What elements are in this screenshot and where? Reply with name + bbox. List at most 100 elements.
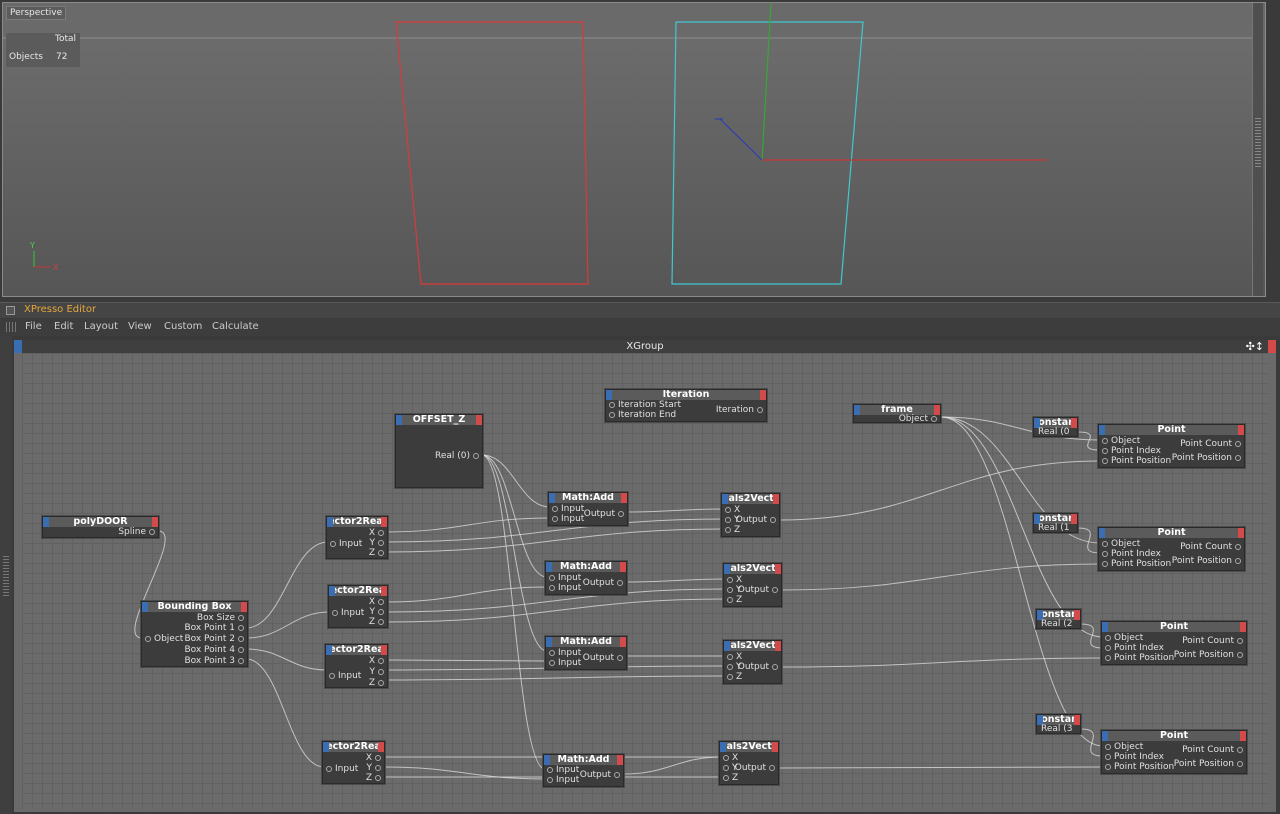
node-reals2vector-1[interactable]: eals2Vecto X Y Z Output: [721, 493, 780, 537]
perspective-viewport[interactable]: Y X Perspective Total Objects 72: [2, 2, 1266, 297]
node-constant-2[interactable]: onstar Real (2: [1036, 609, 1081, 629]
port-output[interactable]: Output: [580, 770, 620, 780]
port-output[interactable]: Output: [736, 515, 776, 525]
port-point-position-out[interactable]: Point Position: [1172, 556, 1241, 566]
port-iteration[interactable]: Iteration: [716, 405, 763, 415]
node-point-3[interactable]: Point Object Point Index Point Position …: [1101, 621, 1247, 665]
node-reals2vector-4[interactable]: eals2Vecto X Y Z Output: [719, 741, 779, 785]
port-real[interactable]: Real (0: [1038, 427, 1070, 437]
port-point-index[interactable]: Point Index: [1102, 446, 1161, 456]
port-y[interactable]: Y: [370, 538, 385, 548]
port-y[interactable]: Y: [367, 763, 382, 773]
viewport-scrollbar[interactable]: [1252, 3, 1263, 296]
menubar-grip-icon[interactable]: [6, 322, 16, 332]
port-point-position-out[interactable]: Point Position: [1174, 650, 1243, 660]
port-z[interactable]: Z: [727, 595, 742, 605]
port-x[interactable]: X: [727, 652, 742, 662]
port-spline[interactable]: Spline: [118, 527, 155, 537]
port-output[interactable]: Output: [738, 585, 778, 595]
port-x[interactable]: X: [369, 528, 384, 538]
node-constant-3[interactable]: onstar Real (3: [1036, 714, 1081, 734]
node-reals2vector-3[interactable]: eals2Vecto X Y Z Output: [723, 640, 782, 684]
port-object[interactable]: Object: [1105, 633, 1143, 643]
port-point-position-in[interactable]: Point Position: [1105, 653, 1174, 663]
node-vector2real-2[interactable]: ector2Rea Input X Y Z: [328, 585, 388, 628]
port-input-1[interactable]: Input: [547, 765, 579, 775]
node-math-add-4[interactable]: Math:Add Input Input Output: [543, 754, 624, 787]
port-y[interactable]: Y: [370, 607, 385, 617]
port-box-size[interactable]: Box Size: [197, 613, 244, 623]
port-x[interactable]: X: [725, 505, 740, 515]
port-object-out[interactable]: Object: [899, 414, 937, 424]
port-z[interactable]: Z: [727, 672, 742, 682]
port-output[interactable]: Output: [584, 509, 624, 519]
port-input-2[interactable]: Input: [549, 658, 581, 668]
xgroup-output-port[interactable]: [1268, 340, 1276, 353]
port-output[interactable]: Output: [583, 653, 623, 663]
node-constant-0[interactable]: onstar Real (0: [1033, 417, 1078, 437]
port-point-position-in[interactable]: Point Position: [1105, 762, 1174, 772]
menu-calculate[interactable]: Calculate: [212, 321, 259, 332]
node-point-4[interactable]: Point Object Point Index Point Position …: [1101, 730, 1247, 774]
port-box-point-2[interactable]: Box Point 2: [184, 634, 244, 644]
port-input-1[interactable]: Input: [552, 504, 584, 514]
node-bounding-box[interactable]: Bounding Box Object Box Size Box Point 1…: [141, 601, 248, 667]
port-point-count[interactable]: Point Count: [1180, 439, 1241, 449]
node-offset-z[interactable]: OFFSET_Z Real (0): [395, 414, 483, 488]
port-z[interactable]: Z: [366, 773, 381, 783]
port-x[interactable]: X: [366, 753, 381, 763]
port-input-2[interactable]: Input: [547, 775, 579, 785]
port-point-position-in[interactable]: Point Position: [1102, 456, 1171, 466]
port-point-count[interactable]: Point Count: [1182, 636, 1243, 646]
port-iteration-start[interactable]: Iteration Start: [609, 400, 681, 410]
port-input[interactable]: Input: [329, 671, 361, 681]
port-input-2[interactable]: Input: [549, 583, 581, 593]
port-z[interactable]: Z: [369, 678, 384, 688]
node-vector2real-1[interactable]: ector2Real Input X Y Z: [326, 516, 388, 559]
port-point-position-out[interactable]: Point Position: [1174, 759, 1243, 769]
port-input[interactable]: Input: [332, 608, 364, 618]
port-input-1[interactable]: Input: [549, 648, 581, 658]
port-z[interactable]: Z: [369, 548, 384, 558]
port-z[interactable]: Z: [723, 773, 738, 783]
node-point-2[interactable]: Point Object Point Index Point Position …: [1098, 527, 1245, 571]
port-point-index[interactable]: Point Index: [1105, 643, 1164, 653]
viewport-title[interactable]: Perspective: [6, 6, 67, 20]
port-box-point-1[interactable]: Box Point 1: [184, 623, 244, 633]
port-box-point-3[interactable]: Box Point 3: [184, 656, 244, 666]
node-math-add-1[interactable]: Math:Add Input Input Output: [548, 492, 628, 526]
port-x[interactable]: X: [723, 753, 738, 763]
port-object[interactable]: Object: [1102, 539, 1140, 549]
window-menu-icon[interactable]: [6, 306, 15, 315]
menu-custom[interactable]: Custom: [164, 321, 202, 332]
xgroup-header[interactable]: XGroup ✣↕: [14, 340, 1276, 353]
port-real[interactable]: Real (3: [1041, 724, 1073, 734]
port-point-count[interactable]: Point Count: [1180, 542, 1241, 552]
port-x[interactable]: X: [727, 575, 742, 585]
port-point-index[interactable]: Point Index: [1105, 752, 1164, 762]
node-frame[interactable]: frame Object: [853, 404, 941, 424]
port-z[interactable]: Z: [369, 617, 384, 627]
port-input[interactable]: Input: [326, 764, 358, 774]
port-object[interactable]: Object: [1102, 436, 1140, 446]
menu-view[interactable]: View: [128, 321, 152, 332]
move-zoom-icon[interactable]: ✣↕: [1246, 340, 1264, 353]
port-input-1[interactable]: Input: [549, 573, 581, 583]
port-x[interactable]: X: [369, 597, 384, 607]
menu-layout[interactable]: Layout: [84, 321, 118, 332]
port-point-count[interactable]: Point Count: [1182, 745, 1243, 755]
port-input[interactable]: Input: [330, 539, 362, 549]
node-polydoor[interactable]: polyDOOR Spline: [42, 516, 159, 538]
port-real-0[interactable]: Real (0): [435, 451, 479, 461]
node-iteration[interactable]: Iteration Iteration Start Iteration End …: [605, 389, 767, 422]
port-real[interactable]: Real (2: [1041, 619, 1073, 629]
port-iteration-end[interactable]: Iteration End: [609, 410, 676, 420]
port-box-point-4[interactable]: Box Point 4: [184, 645, 244, 655]
node-constant-1[interactable]: onstar Real (1: [1033, 513, 1078, 533]
node-point-1[interactable]: Point Object Point Index Point Position …: [1098, 424, 1245, 468]
port-y[interactable]: Y: [370, 667, 385, 677]
port-input-2[interactable]: Input: [552, 514, 584, 524]
port-point-position-in[interactable]: Point Position: [1102, 559, 1171, 569]
port-x[interactable]: X: [369, 656, 384, 666]
port-object[interactable]: Object: [145, 634, 183, 644]
